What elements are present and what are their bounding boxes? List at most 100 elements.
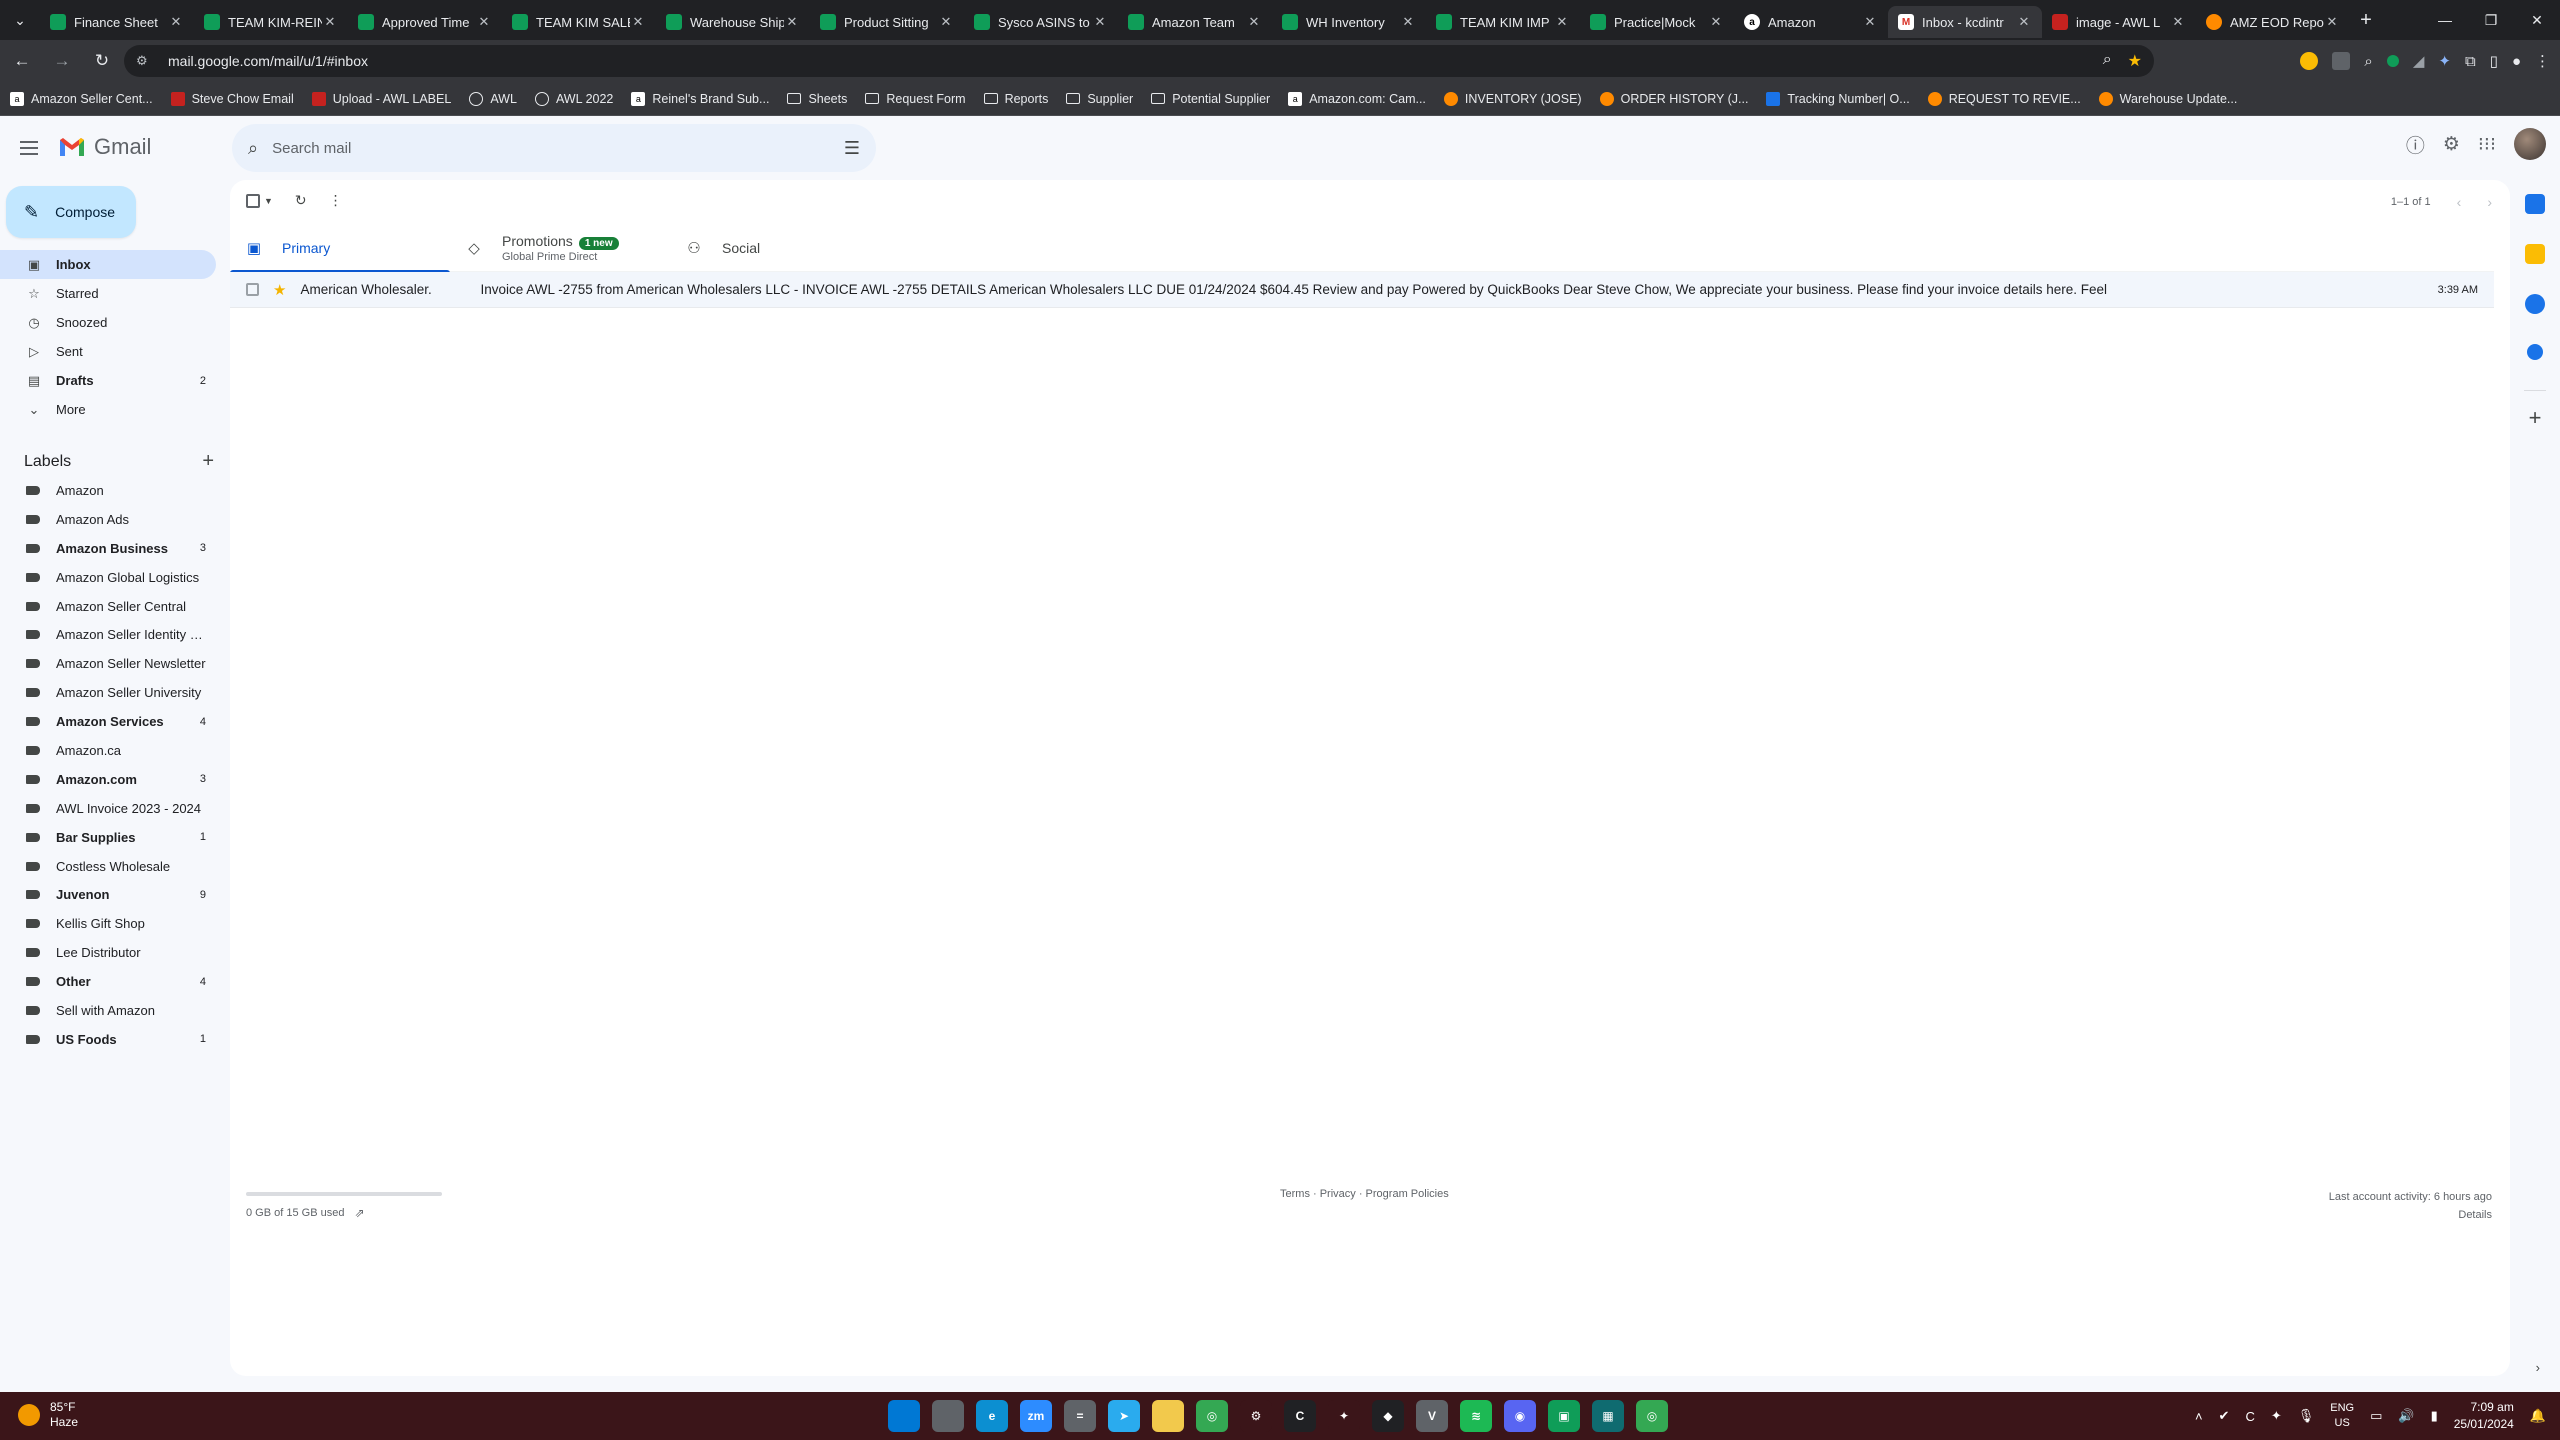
close-tab-icon[interactable]: ✕ (168, 14, 184, 30)
weather-widget[interactable]: 85°F Haze (18, 1400, 78, 1430)
microphone-icon[interactable]: 🎙 (2298, 1408, 2315, 1424)
folder-inbox[interactable]: ▣ Inbox (0, 250, 216, 279)
browser-tab[interactable]: AMZ EOD Repo ✕ (2196, 6, 2350, 38)
browser-tab[interactable]: a Amazon ✕ (1734, 6, 1888, 38)
network-icon[interactable]: ▭ (2370, 1408, 2382, 1424)
tray-app-icon[interactable]: ✔ (2219, 1408, 2230, 1424)
bookmark-item[interactable]: AWL (469, 91, 517, 106)
calculator-icon[interactable]: = (1064, 1400, 1096, 1432)
bookmark-item[interactable]: Sheets (787, 92, 847, 106)
label-item[interactable]: Amazon Seller University (0, 678, 216, 707)
label-item[interactable]: Sell with Amazon (0, 996, 216, 1025)
bookmark-item[interactable]: a Amazon Seller Cent... (10, 91, 153, 106)
volume-icon[interactable]: 🔊 (2398, 1408, 2414, 1424)
close-tab-icon[interactable]: ✕ (2170, 14, 2186, 30)
tray-c-icon[interactable]: C (2245, 1409, 2254, 1424)
app-icon-star[interactable]: ✦ (1328, 1400, 1360, 1432)
close-tab-icon[interactable]: ✕ (630, 14, 646, 30)
search-input[interactable]: Search mail (272, 140, 844, 157)
back-arrow-icon[interactable]: ← (4, 43, 40, 79)
browser-tab[interactable]: TEAM KIM IMP ✕ (1426, 6, 1580, 38)
bookmark-item[interactable]: a Amazon.com: Cam... (1288, 91, 1426, 106)
settings-app-icon[interactable]: ⚙ (1240, 1400, 1272, 1432)
extension-dark-icon[interactable]: ◢ (2413, 52, 2425, 70)
edge-icon[interactable]: e (976, 1400, 1008, 1432)
details-link[interactable]: Details (2329, 1206, 2492, 1224)
browser-tab[interactable]: TEAM KIM SALE ✕ (502, 6, 656, 38)
browser-tab[interactable]: Amazon Team ✕ (1118, 6, 1272, 38)
forward-arrow-icon[interactable]: → (44, 43, 80, 79)
search-icon[interactable]: ⌕ (248, 138, 258, 159)
bookmark-star-icon[interactable]: ★ (2128, 51, 2142, 71)
label-item[interactable]: US Foods 1 (0, 1025, 216, 1054)
close-tab-icon[interactable]: ✕ (1554, 14, 1570, 30)
label-item[interactable]: Amazon.ca (0, 736, 216, 765)
bookmark-item[interactable]: a Reinel's Brand Sub... (631, 91, 769, 106)
account-avatar[interactable] (2514, 128, 2546, 160)
open-external-icon[interactable]: ⇗ (354, 1206, 364, 1220)
label-item[interactable]: Amazon Services 4 (0, 707, 216, 736)
bookmark-item[interactable]: Upload - AWL LABEL (311, 91, 451, 106)
settings-gear-icon[interactable]: ⚙ (2443, 133, 2460, 156)
browser-tab[interactable]: Approved Time ✕ (348, 6, 502, 38)
label-item[interactable]: Amazon Seller Central (0, 592, 216, 621)
close-tab-icon[interactable]: ✕ (2016, 14, 2032, 30)
contacts-icon[interactable] (2527, 344, 2543, 360)
folder-snoozed[interactable]: ◷ Snoozed (0, 308, 216, 337)
label-item[interactable]: Lee Distributor (0, 938, 216, 967)
app-icon-c[interactable]: C (1284, 1400, 1316, 1432)
tab-social[interactable]: ⚇ Social (670, 224, 890, 272)
tab-primary[interactable]: ▣ Primary (230, 224, 450, 273)
app-icon-v[interactable]: V (1416, 1400, 1448, 1432)
star-icon[interactable]: ★ (273, 281, 286, 299)
minimize-icon[interactable]: — (2422, 0, 2468, 40)
bookmark-item[interactable]: INVENTORY (JOSE) (1443, 91, 1582, 106)
select-all-checkbox[interactable]: ▼ (246, 193, 273, 208)
tray-star-icon[interactable]: ✦ (2271, 1408, 2282, 1424)
keep-icon[interactable] (2525, 244, 2545, 264)
browser-tab[interactable]: TEAM KIM-REIN ✕ (194, 6, 348, 38)
close-tab-icon[interactable]: ✕ (1862, 14, 1878, 30)
label-item[interactable]: Costless Wholesale (0, 852, 216, 881)
browser-tab[interactable]: Sysco ASINS to ✕ (964, 6, 1118, 38)
email-checkbox[interactable] (246, 283, 259, 296)
bookmark-item[interactable]: Potential Supplier (1151, 92, 1270, 106)
label-item[interactable]: Other 4 (0, 967, 216, 996)
compose-button[interactable]: ✎ Compose (6, 186, 136, 238)
show-hidden-icons-chevron-icon[interactable]: ˄ (2195, 1409, 2203, 1424)
extension-blue-icon[interactable]: ✦ (2438, 52, 2451, 70)
hide-side-panel-chevron-icon[interactable]: › (2536, 1360, 2540, 1375)
bookmark-item[interactable]: Supplier (1066, 92, 1133, 106)
app-icon-green[interactable]: ▣ (1548, 1400, 1580, 1432)
close-tab-icon[interactable]: ✕ (784, 14, 800, 30)
calendar-icon[interactable] (2525, 194, 2545, 214)
gmail-logo[interactable]: Gmail (58, 134, 151, 160)
windows-start-icon[interactable] (888, 1400, 920, 1432)
extensions-puzzle-icon[interactable]: ⧉ (2465, 53, 2476, 70)
extension-green-icon[interactable] (2386, 55, 2399, 67)
reload-icon[interactable]: ↻ (84, 43, 120, 79)
folder-starred[interactable]: ☆ Starred (0, 279, 216, 308)
close-tab-icon[interactable]: ✕ (2324, 14, 2340, 30)
browser-tab[interactable]: WH Inventory ✕ (1272, 6, 1426, 38)
bookmark-item[interactable]: AWL 2022 (534, 91, 613, 106)
profile-icon[interactable]: ● (2512, 53, 2521, 70)
browser-menu-icon[interactable]: ⋮ (2535, 52, 2550, 70)
spotify-icon[interactable]: ≋ (1460, 1400, 1492, 1432)
folder-more[interactable]: ⌄ More (0, 395, 216, 424)
restore-icon[interactable]: ❐ (2468, 0, 2514, 40)
file-explorer-icon[interactable] (1152, 1400, 1184, 1432)
side-panel-icon[interactable]: ▯ (2490, 52, 2498, 70)
app-icon-teal[interactable]: ▦ (1592, 1400, 1624, 1432)
battery-icon[interactable]: ▮ (2431, 1408, 2438, 1424)
label-item[interactable]: Amazon Ads (0, 505, 216, 534)
address-bar[interactable]: ⚙ mail.google.com/mail/u/1/#inbox ⌕ ★ (124, 45, 2154, 77)
chrome-active-icon[interactable]: ◎ (1636, 1400, 1668, 1432)
bookmark-item[interactable]: Reports (983, 92, 1048, 106)
close-tab-icon[interactable]: ✕ (1092, 14, 1108, 30)
bookmark-item[interactable]: REQUEST TO REVIE... (1927, 91, 2081, 106)
close-tab-icon[interactable]: ✕ (1246, 14, 1262, 30)
bookmark-item[interactable]: ORDER HISTORY (J... (1599, 91, 1748, 106)
apps-grid-icon[interactable]: ⁝⁝⁝ (2478, 133, 2496, 156)
bookmark-item[interactable]: Steve Chow Email (170, 91, 294, 106)
